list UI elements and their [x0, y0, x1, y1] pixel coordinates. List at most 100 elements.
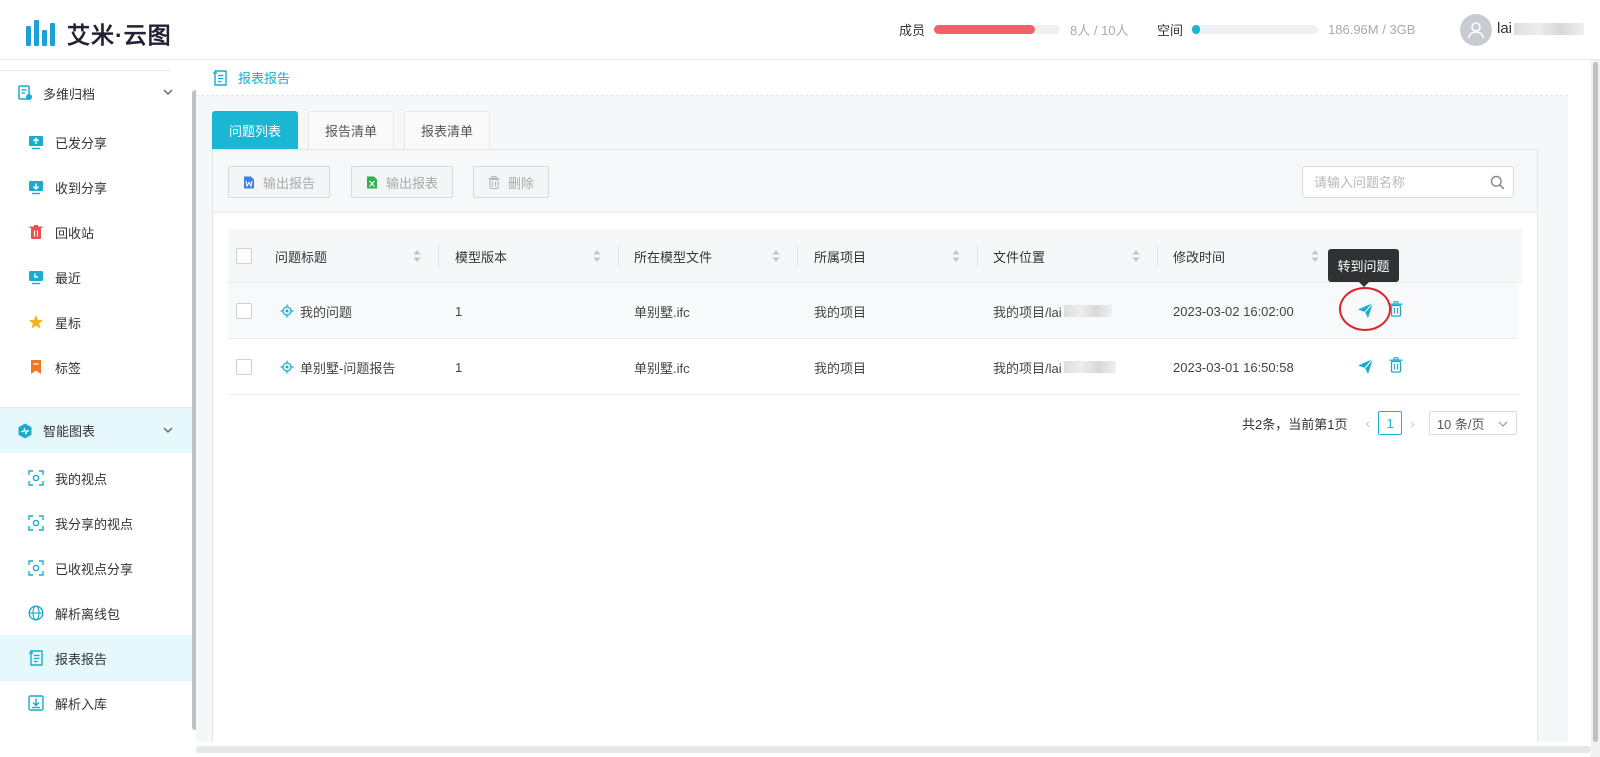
user-name[interactable]: lai: [1497, 20, 1585, 37]
sidebar-item-recent[interactable]: 最近: [0, 254, 192, 300]
select-all-checkbox[interactable]: [236, 248, 252, 264]
pagination: 共2条，当前第1页 ‹ 1 › 10 条/页: [1242, 411, 1517, 435]
column-header-label: 修改时间: [1173, 249, 1226, 265]
tab-sheet-list[interactable]: 报表清单: [404, 111, 491, 149]
sidebar-item-label: 最近: [55, 270, 82, 286]
scrollbar-thumb[interactable]: [196, 746, 1591, 753]
chevron-down-icon: [163, 89, 173, 95]
member-quota-label: 成员: [899, 23, 926, 38]
column-divider: [1157, 246, 1158, 266]
column-header-title[interactable]: 问题标题: [275, 229, 327, 283]
sidebar-item-label: 星标: [55, 315, 82, 331]
report-icon: [29, 650, 43, 666]
sidebar-item-label: 解析离线包: [55, 606, 121, 622]
prev-page-icon[interactable]: ‹: [1365, 415, 1370, 431]
goto-issue-icon[interactable]: [1357, 358, 1374, 375]
search-icon[interactable]: [1490, 175, 1505, 190]
received-share-icon: [29, 181, 43, 195]
column-header-label: 所在模型文件: [634, 249, 713, 265]
location-cell: 我的项目/lai: [993, 339, 1116, 395]
column-divider: [797, 246, 798, 266]
chevron-down-icon: [1498, 421, 1508, 427]
delete-button[interactable]: 删除: [473, 166, 550, 198]
table-row[interactable]: 我的问题 1 单别墅.ifc 我的项目 我的项目/lai 2023-03-02 …: [228, 283, 1518, 339]
trash-icon: [29, 225, 43, 239]
issue-title-cell[interactable]: 我的问题: [280, 283, 352, 339]
toolbar: 输出报告 输出报表 删除: [213, 150, 1537, 213]
page-size-select[interactable]: 10 条/页: [1428, 411, 1517, 435]
column-header-label: 文件位置: [993, 249, 1046, 265]
issue-title: 单别墅-问题报告: [300, 360, 396, 376]
member-quota-text: 8人 / 10人: [1070, 23, 1129, 38]
sidebar-item-received-viewpoints[interactable]: 已收视点分享: [0, 545, 192, 591]
column-divider: [977, 246, 978, 266]
column-header-label: 所属项目: [814, 249, 867, 265]
sidebar-item-received-share[interactable]: 收到分享: [0, 164, 192, 210]
sidebar-item-reports[interactable]: 报表报告: [0, 635, 192, 681]
column-header-version[interactable]: 模型版本: [455, 229, 507, 283]
clock-icon: [29, 271, 43, 285]
tab-bar: 问题列表 报告清单 报表清单: [212, 111, 491, 149]
sidebar-item-shared-viewpoints[interactable]: 我分享的视点: [0, 500, 192, 546]
sort-icon[interactable]: [952, 249, 960, 263]
export-report-label: 输出报告: [263, 175, 316, 191]
model-file-cell: 单别墅.ifc: [634, 360, 690, 376]
sidebar-group-label: 智能图表: [43, 424, 96, 439]
export-sheet-button[interactable]: 输出报表: [351, 166, 454, 198]
sort-icon[interactable]: [593, 249, 601, 263]
trash-icon: [488, 175, 500, 189]
row-checkbox[interactable]: [236, 359, 252, 375]
issue-list-panel: 输出报告 输出报表 删除 问题标题 模型版本 所在模型文件: [212, 149, 1538, 757]
sidebar-item-label: 报表报告: [55, 651, 108, 667]
sidebar-item-import[interactable]: 解析入库: [0, 680, 192, 726]
tab-issue-list[interactable]: 问题列表: [212, 111, 299, 149]
sidebar-item-tags[interactable]: 标签: [0, 344, 192, 390]
delete-row-icon[interactable]: [1389, 301, 1403, 317]
sidebar-item-offline-package[interactable]: 解析离线包: [0, 590, 192, 636]
project-cell: 我的项目: [814, 304, 867, 320]
table-row[interactable]: 单别墅-问题报告 1 单别墅.ifc 我的项目 我的项目/lai 2023-03…: [228, 339, 1518, 395]
search-box: [1302, 166, 1514, 198]
next-page-icon[interactable]: ›: [1410, 415, 1415, 431]
redacted-blur: [1063, 305, 1112, 317]
delete-row-icon[interactable]: [1389, 357, 1403, 373]
top-bar: 艾米·云图 成员 8人 / 10人 空间 186.96M / 3GB lai: [0, 0, 1600, 60]
horizontal-scrollbar[interactable]: [196, 742, 1591, 757]
sidebar-item-my-viewpoints[interactable]: 我的视点: [0, 455, 192, 501]
sort-icon[interactable]: [1132, 249, 1140, 263]
scrollbar-thumb[interactable]: [1593, 62, 1598, 742]
column-header-location[interactable]: 文件位置: [993, 229, 1045, 283]
issue-target-icon: [280, 304, 294, 318]
main-scrollbar[interactable]: [1591, 60, 1600, 757]
sidebar-group-archive[interactable]: 多维归档: [0, 70, 192, 116]
export-report-button[interactable]: 输出报告: [228, 166, 331, 198]
breadcrumb-label[interactable]: 报表报告: [238, 68, 290, 87]
member-quota: 成员 8人 / 10人: [899, 20, 1129, 39]
column-header-model-file[interactable]: 所在模型文件: [634, 229, 712, 283]
user-icon: [1467, 22, 1485, 39]
sort-icon[interactable]: [772, 249, 780, 263]
project-cell: 我的项目: [814, 360, 867, 376]
tab-report-list[interactable]: 报告清单: [308, 111, 395, 149]
tag-icon: [31, 360, 41, 374]
avatar[interactable]: [1460, 14, 1492, 46]
sort-icon[interactable]: [1311, 249, 1319, 263]
sort-icon[interactable]: [413, 249, 421, 263]
page-number[interactable]: 1: [1378, 411, 1403, 435]
sidebar-item-starred[interactable]: 星标: [0, 299, 192, 345]
column-header-project[interactable]: 所属项目: [814, 229, 866, 283]
sidebar-item-recycle-bin[interactable]: 回收站: [0, 209, 192, 255]
column-header-modified[interactable]: 修改时间: [1173, 229, 1225, 283]
sidebar-item-label: 标签: [55, 360, 82, 376]
sidebar: 多维归档 已发分享 收到分享 回收站 最近 星标 标签 智能图表 我的视点 我分…: [0, 60, 193, 757]
chart-icon: [18, 423, 32, 438]
sidebar-group-smart-chart[interactable]: 智能图表: [0, 407, 192, 453]
viewpoint-icon: [28, 515, 44, 531]
issue-title-cell[interactable]: 单别墅-问题报告: [280, 339, 395, 395]
sidebar-item-sent-share[interactable]: 已发分享: [0, 119, 192, 165]
row-checkbox[interactable]: [236, 303, 252, 319]
app-logo[interactable]: 艾米·云图: [26, 16, 172, 50]
star-icon: [29, 315, 43, 329]
search-input[interactable]: [1303, 167, 1483, 197]
location-text: 我的项目/lai: [993, 304, 1062, 320]
